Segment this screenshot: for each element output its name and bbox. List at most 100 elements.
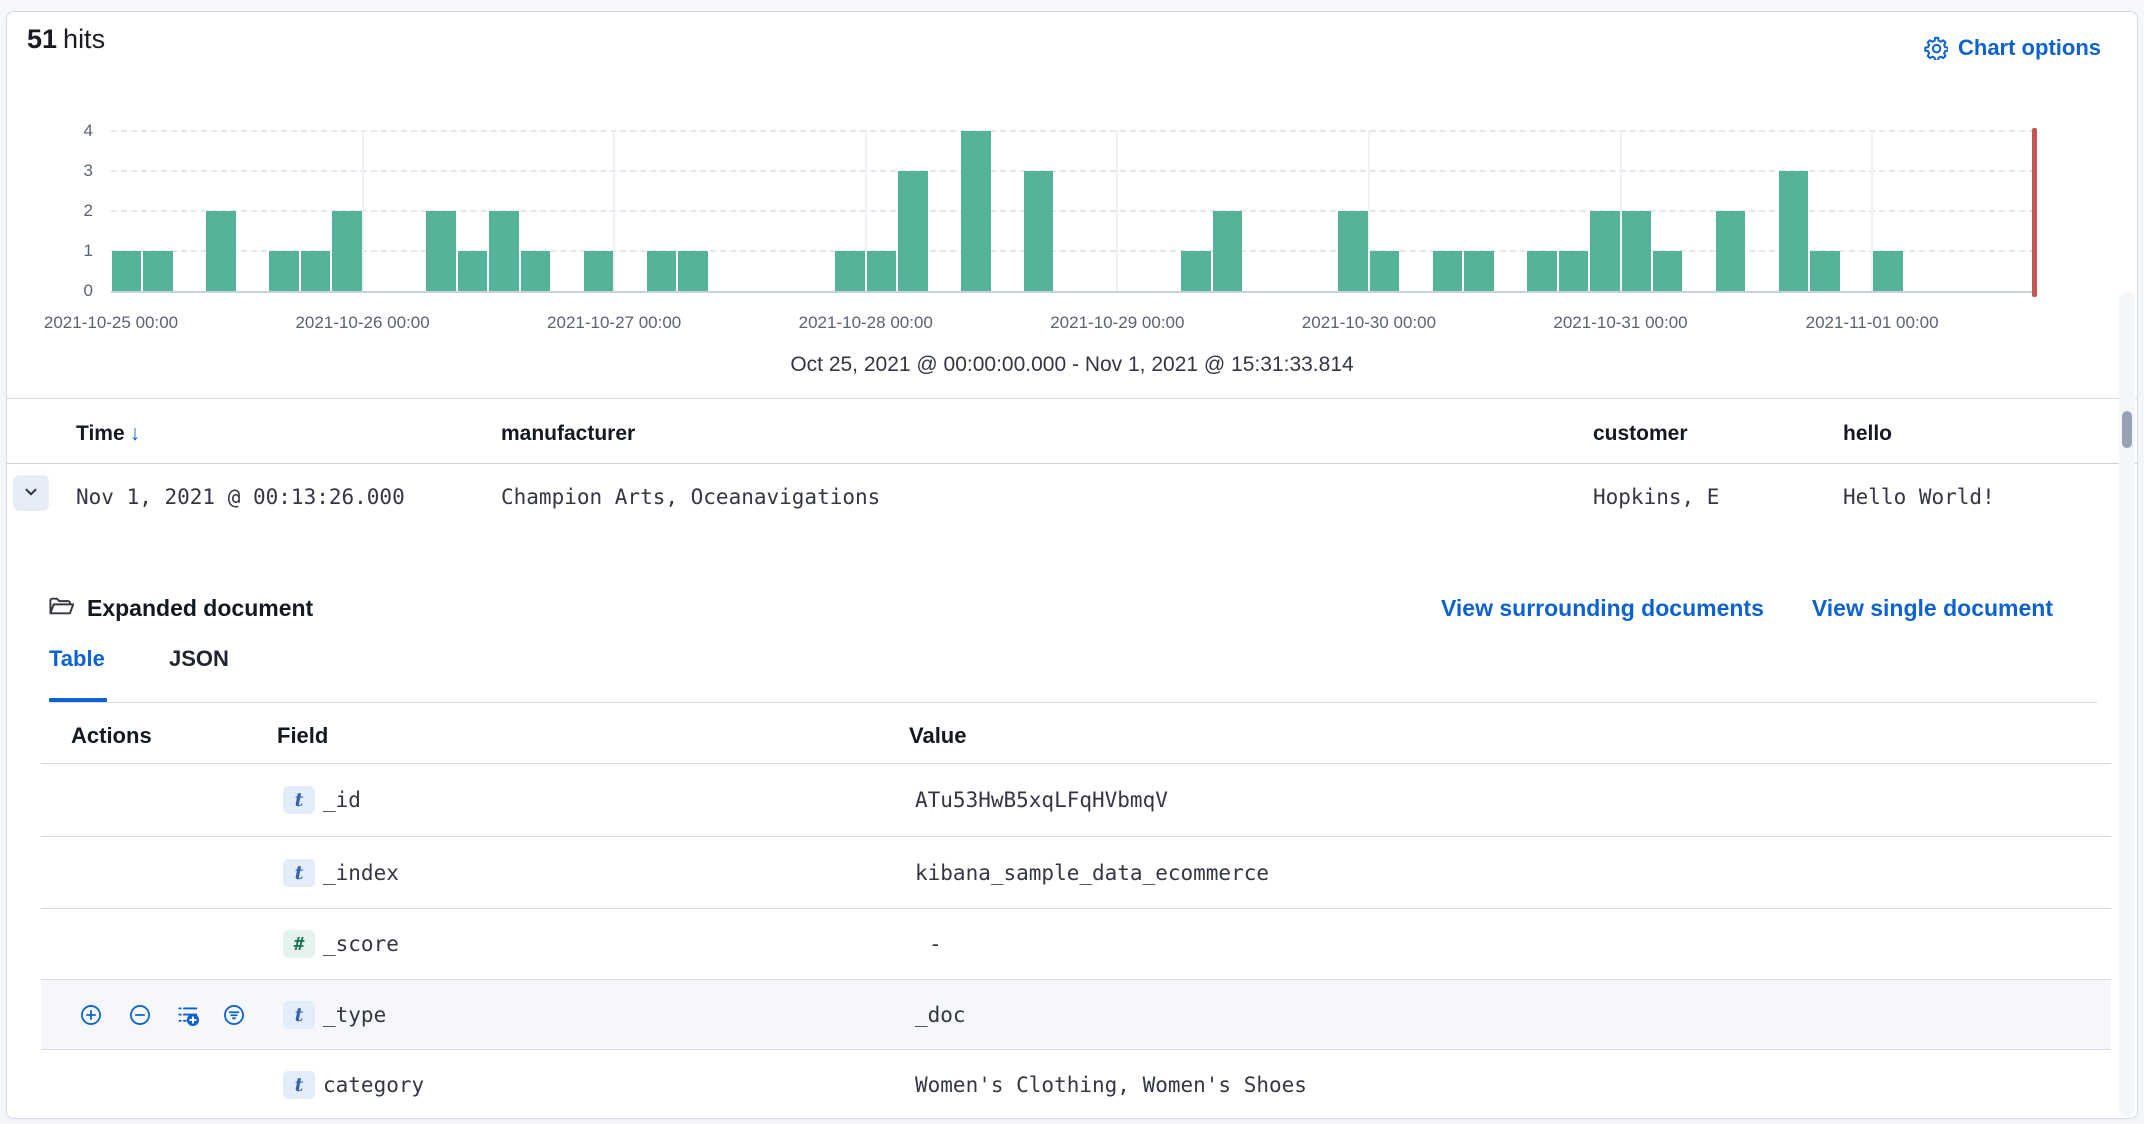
number-type-icon: # [283,930,315,958]
hits-summary: 51hits [27,24,105,55]
histogram-bar[interactable] [898,171,927,291]
tab-json[interactable]: JSON [169,646,229,672]
histogram-bar[interactable] [1779,171,1808,291]
field-value: kibana_sample_data_ecommerce [915,861,1269,885]
time-range-label: Oct 25, 2021 @ 00:00:00.000 - Nov 1, 202… [7,353,2137,377]
column-header-customer[interactable]: customer [1593,422,1688,446]
histogram-bar[interactable] [112,251,141,291]
expanded-document-title: Expanded document [87,595,313,622]
filter-for-value-icon[interactable] [80,1004,102,1026]
field-value: _doc [915,1003,966,1027]
doc-table-header-divider [7,463,2137,464]
hits-label: hits [63,24,105,54]
histogram-bar[interactable] [489,211,518,291]
histogram-bar[interactable] [1873,251,1902,291]
histogram-bar[interactable] [269,251,298,291]
histogram-bar[interactable] [1559,251,1588,291]
field-row-category: t category Women's Clothing, Women's Sho… [41,1050,2111,1119]
string-type-icon: t [283,1001,315,1029]
column-header-hello[interactable]: hello [1843,422,1892,446]
histogram-bar[interactable] [1810,251,1839,291]
field-row-id: t _id ATu53HwB5xqLFqHVbmqV [41,764,2111,837]
histogram-bar[interactable] [521,251,550,291]
y-tick-label: 1 [7,239,93,263]
histogram-bar[interactable] [1590,211,1619,291]
field-value: Women's Clothing, Women's Shoes [915,1073,1307,1097]
histogram-bar[interactable] [143,251,172,291]
x-tick-label: 2021-10-30 00:00 [1302,313,1436,333]
tabs-divider [49,702,2097,703]
histogram-bar[interactable] [1464,251,1493,291]
histogram-bar[interactable] [1338,211,1367,291]
expanded-document-header: Expanded document [47,593,313,624]
hits-count: 51 [27,24,57,54]
field-row-type: t _type _doc [41,980,2111,1050]
field-name: _type [323,1003,386,1027]
histogram-bar[interactable] [1653,251,1682,291]
histogram-bar[interactable] [1181,251,1210,291]
field-row-score: # _score - [41,909,2111,980]
discover-panel: 51hits Chart options 01234 2021-10-25 00… [6,11,2138,1119]
string-type-icon: t [283,786,315,814]
x-gridline [1116,131,1118,291]
histogram-bar[interactable] [301,251,330,291]
chart-options-label: Chart options [1958,35,2101,61]
field-name: _index [323,861,399,885]
scrollbar-thumb[interactable] [2122,411,2132,448]
x-gridline [613,131,615,291]
folder-open-icon [47,593,75,624]
histogram-bar[interactable] [584,251,613,291]
x-tick-label: 2021-10-31 00:00 [1553,313,1687,333]
histogram-bar[interactable] [961,131,990,291]
x-tick-label: 2021-10-29 00:00 [1050,313,1184,333]
x-tick-label: 2021-10-25 00:00 [44,313,178,333]
sort-desc-icon: ↓ [130,422,141,445]
chart-section-divider [7,398,2137,399]
histogram-plot [111,131,2035,293]
collapse-row-button[interactable] [13,475,49,511]
histogram-bar[interactable] [1622,211,1651,291]
chart-options-button[interactable]: Chart options [1918,34,2107,62]
y-tick-label: 3 [7,159,93,183]
tab-table[interactable]: Table [49,646,105,672]
y-gridline [111,250,2035,252]
x-axis: 2021-10-25 00:002021-10-26 00:002021-10-… [111,313,2035,341]
column-header-time[interactable]: Time↓ [76,422,140,446]
histogram-bar[interactable] [1213,211,1242,291]
histogram-bar[interactable] [835,251,864,291]
cell-manufacturer: Champion Arts, Oceanavigations [501,485,880,509]
fields-header-value: Value [909,723,966,749]
toggle-column-icon[interactable] [177,1004,199,1026]
histogram-bar[interactable] [332,211,361,291]
fields-header-actions: Actions [71,723,152,749]
view-surrounding-documents-link[interactable]: View surrounding documents [1441,595,1764,622]
histogram-bar[interactable] [647,251,676,291]
y-gridline [111,170,2035,172]
histogram-bar[interactable] [1024,171,1053,291]
histogram-bar[interactable] [206,211,235,291]
cell-customer: Hopkins, E [1593,485,1719,509]
field-name: _score [323,932,399,956]
column-header-manufacturer[interactable]: manufacturer [501,422,635,446]
filter-out-value-icon[interactable] [129,1004,151,1026]
y-tick-label: 4 [7,119,93,143]
histogram-bar[interactable] [867,251,896,291]
histogram-bar[interactable] [678,251,707,291]
histogram-bar[interactable] [1433,251,1462,291]
field-row-index: t _index kibana_sample_data_ecommerce [41,837,2111,909]
fields-header-field: Field [277,723,328,749]
histogram-bar[interactable] [426,211,455,291]
view-single-document-link[interactable]: View single document [1812,595,2053,622]
histogram-bar[interactable] [1716,211,1745,291]
chevron-down-icon [22,483,40,504]
y-gridline [111,210,2035,212]
histogram-bar[interactable] [1370,251,1399,291]
histogram-bar[interactable] [1527,251,1556,291]
filter-exists-icon[interactable] [223,1004,245,1026]
histogram-bar[interactable] [458,251,487,291]
string-type-icon: t [283,859,315,887]
time-range-end-marker [2032,128,2037,297]
x-gridline [362,131,364,291]
field-value: - [929,932,942,956]
field-name: _id [323,788,361,812]
